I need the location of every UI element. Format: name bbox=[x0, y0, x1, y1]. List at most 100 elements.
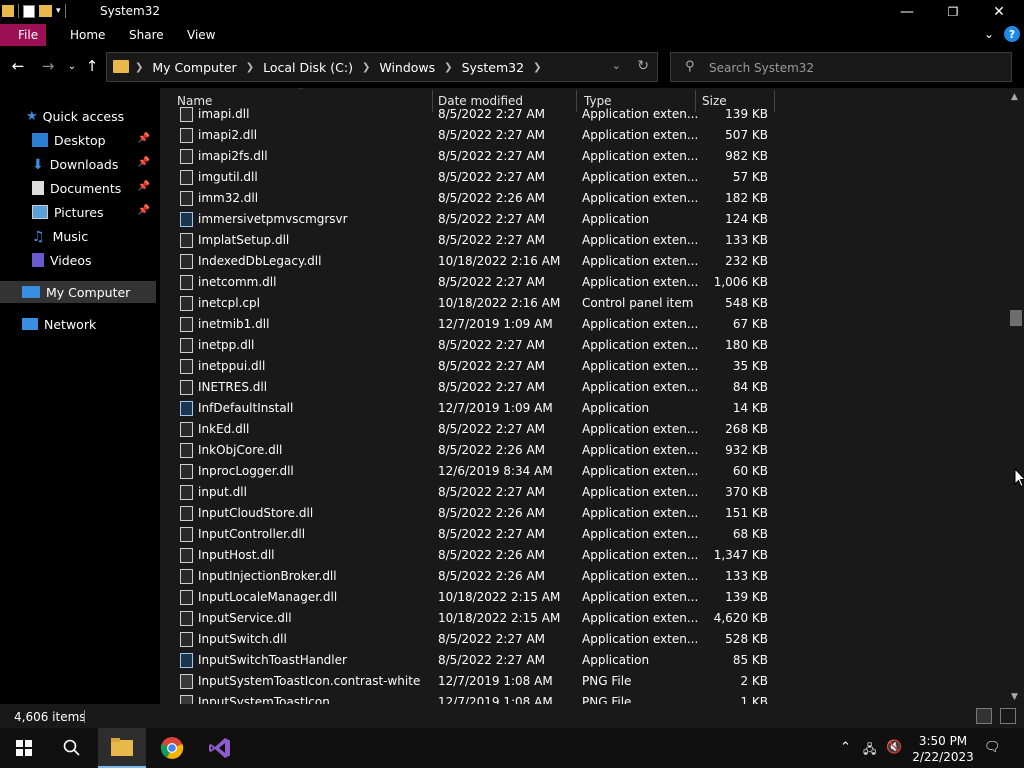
file-size: 67 KB bbox=[732, 317, 768, 331]
restore-icon: ❐ bbox=[947, 5, 959, 19]
table-row[interactable]: imapi2fs.dll 8/5/2022 2:27 AM Application … bbox=[160, 146, 780, 167]
tab-file[interactable]: File bbox=[0, 24, 46, 46]
table-row[interactable]: imapi.dll 8/5/2022 2:27 AM Application ext… bbox=[160, 104, 780, 125]
sidebar-item-my-computer[interactable]: My Computer bbox=[0, 281, 156, 303]
table-row[interactable]: InputInjectionBroker.dll 8/5/2022 2:26 AM… bbox=[160, 566, 780, 587]
table-row[interactable]: imapi2.dll 8/5/2022 2:27 AM Application ex… bbox=[160, 125, 780, 146]
up-button[interactable]: ↑ bbox=[82, 56, 102, 76]
table-row[interactable]: InputController.dll 8/5/2022 2:27 AM Appli… bbox=[160, 524, 780, 545]
table-row[interactable]: InputSwitch.dll 8/5/2022 2:27 AM Applicati… bbox=[160, 629, 780, 650]
table-row[interactable]: imm32.dll 8/5/2022 2:26 AM Application ext… bbox=[160, 188, 780, 209]
table-row[interactable]: immersivetpmvscmgrsvr 8/5/2022 2:27 AM App… bbox=[160, 209, 780, 230]
breadcrumb-local-disk[interactable]: Local Disk (C:) bbox=[263, 60, 353, 75]
table-row[interactable]: InputSystemToastIcon 12/7/2019 1:08 AM PNG… bbox=[160, 692, 780, 704]
chrome-icon bbox=[160, 737, 184, 759]
pin-icon[interactable]: 📌 bbox=[138, 205, 150, 216]
sidebar-item-pictures[interactable]: Pictures 📌 bbox=[0, 201, 156, 223]
table-row[interactable]: InputCloudStore.dll 8/5/2022 2:26 AM Appli… bbox=[160, 503, 780, 524]
chevron-right-icon[interactable]: ❯ bbox=[444, 62, 452, 73]
taskbar-chrome[interactable] bbox=[148, 728, 196, 768]
file-date-modified: 8/5/2022 2:27 AM bbox=[438, 653, 546, 667]
properties-icon[interactable] bbox=[23, 4, 35, 18]
table-row[interactable]: InputSwitchToastHandler 8/5/2022 2:27 AM A… bbox=[160, 650, 780, 671]
table-row[interactable]: inetmib1.dll 12/7/2019 1:09 AM Application… bbox=[160, 314, 780, 335]
network-tray-icon[interactable]: 🖧 bbox=[863, 740, 876, 761]
taskbar-visual-studio[interactable] bbox=[196, 728, 244, 768]
customize-toolbar-chevron-icon[interactable]: ▾ bbox=[56, 6, 61, 16]
start-button[interactable] bbox=[0, 728, 48, 768]
scroll-down-icon[interactable]: ▼ bbox=[1011, 692, 1018, 702]
scroll-up-icon[interactable]: ▲ bbox=[1011, 92, 1018, 102]
sidebar-item-network[interactable]: Network bbox=[0, 313, 156, 335]
pin-icon[interactable]: 📌 bbox=[138, 157, 150, 168]
pin-icon[interactable]: 📌 bbox=[138, 133, 150, 144]
sidebar-item-videos[interactable]: Videos bbox=[0, 249, 156, 271]
search-input[interactable] bbox=[709, 59, 999, 77]
large-icons-view-button[interactable] bbox=[1000, 708, 1016, 724]
chevron-right-icon[interactable]: ❯ bbox=[362, 62, 370, 73]
table-row[interactable]: inetcomm.dll 8/5/2022 2:27 AM Application … bbox=[160, 272, 780, 293]
sidebar-item-quick-access[interactable]: ★ Quick access bbox=[0, 105, 156, 127]
back-button[interactable]: ← bbox=[8, 56, 28, 76]
recent-locations-button[interactable]: ⌄ bbox=[62, 56, 82, 76]
quick-access-toolbar: ▾ bbox=[2, 4, 66, 18]
tab-view[interactable]: View bbox=[187, 28, 215, 42]
table-row[interactable]: InputService.dll 10/18/2022 2:15 AM Applic… bbox=[160, 608, 780, 629]
sidebar-item-desktop[interactable]: Desktop 📌 bbox=[0, 129, 156, 151]
dll-file-icon bbox=[180, 359, 193, 374]
table-row[interactable]: InfDefaultInstall 12/7/2019 1:09 AM Applic… bbox=[160, 398, 780, 419]
file-name: InputInjectionBroker.dll bbox=[198, 569, 337, 583]
breadcrumb-system32[interactable]: System32 bbox=[462, 60, 525, 75]
tab-share[interactable]: Share bbox=[129, 28, 164, 42]
table-row[interactable]: InputLocaleManager.dll 10/18/2022 2:15 AM… bbox=[160, 587, 780, 608]
file-size: 60 KB bbox=[732, 464, 768, 478]
scrollbar-thumb[interactable] bbox=[1010, 310, 1022, 326]
file-type: Application exten... bbox=[582, 548, 699, 562]
address-bar[interactable]: ❯ My Computer ❯ Local Disk (C:) ❯ Window… bbox=[106, 52, 658, 82]
volume-muted-icon[interactable]: 🔇 bbox=[886, 740, 902, 755]
breadcrumb-windows[interactable]: Windows bbox=[379, 60, 435, 75]
table-row[interactable]: InkObjCore.dll 8/5/2022 2:26 AM Applicatio… bbox=[160, 440, 780, 461]
table-row[interactable]: ImplatSetup.dll 8/5/2022 2:27 AM Applicati… bbox=[160, 230, 780, 251]
table-row[interactable]: InputHost.dll 8/5/2022 2:26 AM Application… bbox=[160, 545, 780, 566]
chevron-right-icon[interactable]: ❯ bbox=[246, 62, 254, 73]
pin-icon[interactable]: 📌 bbox=[138, 181, 150, 192]
file-name: InputLocaleManager.dll bbox=[198, 590, 338, 604]
table-row[interactable]: InkEd.dll 8/5/2022 2:27 AM Application ext… bbox=[160, 419, 780, 440]
table-row[interactable]: INETRES.dll 8/5/2022 2:27 AM Application e… bbox=[160, 377, 780, 398]
search-box[interactable]: ⚲ bbox=[670, 52, 1012, 82]
help-icon[interactable]: ? bbox=[1004, 26, 1020, 42]
tab-home[interactable]: Home bbox=[70, 28, 105, 42]
chevron-right-icon[interactable]: ❯ bbox=[533, 62, 541, 73]
breadcrumb-my-computer[interactable]: My Computer bbox=[152, 60, 236, 75]
table-row[interactable]: InprocLogger.dll 12/6/2019 8:34 AM Applica… bbox=[160, 461, 780, 482]
table-row[interactable]: imgutil.dll 8/5/2022 2:27 AM Application e… bbox=[160, 167, 780, 188]
address-dropdown-icon[interactable]: ⌄ bbox=[612, 59, 621, 72]
maximize-button[interactable]: ❐ bbox=[930, 0, 976, 24]
notifications-icon[interactable]: 🗨 bbox=[984, 740, 1001, 755]
table-row[interactable]: input.dll 8/5/2022 2:27 AM Application ext… bbox=[160, 482, 780, 503]
minimize-button[interactable]: — bbox=[884, 0, 930, 24]
forward-button[interactable]: → bbox=[38, 56, 58, 76]
show-hidden-icons-chevron-icon[interactable]: ⌃ bbox=[840, 740, 851, 755]
table-row[interactable]: inetpp.dll 8/5/2022 2:27 AM Application ex… bbox=[160, 335, 780, 356]
sidebar-item-documents[interactable]: Documents 📌 bbox=[0, 177, 156, 199]
details-view-button[interactable] bbox=[976, 708, 992, 724]
close-button[interactable]: ✕ bbox=[976, 0, 1022, 24]
file-size: 133 KB bbox=[725, 233, 768, 247]
table-row[interactable]: InputSystemToastIcon.contrast-white 12/7/… bbox=[160, 671, 780, 692]
file-type: Application exten... bbox=[582, 317, 699, 331]
refresh-icon[interactable]: ↻ bbox=[637, 58, 649, 74]
table-row[interactable]: IndexedDbLegacy.dll 10/18/2022 2:16 AM App… bbox=[160, 251, 780, 272]
search-button[interactable] bbox=[48, 728, 96, 768]
sidebar-item-label: Network bbox=[44, 316, 97, 332]
taskbar-file-explorer[interactable] bbox=[98, 728, 146, 768]
clock[interactable]: 3:50 PM 2/22/2023 bbox=[912, 733, 974, 765]
new-folder-icon[interactable] bbox=[39, 5, 52, 17]
table-row[interactable]: inetcpl.cpl 10/18/2022 2:16 AM Control pan… bbox=[160, 293, 780, 314]
sidebar-item-downloads[interactable]: ⬇ Downloads 📌 bbox=[0, 153, 156, 175]
expand-ribbon-chevron-icon[interactable]: ⌄ bbox=[984, 27, 994, 41]
table-row[interactable]: inetppui.dll 8/5/2022 2:27 AM Application … bbox=[160, 356, 780, 377]
vertical-scrollbar[interactable]: ▲ ▼ bbox=[1008, 88, 1024, 704]
sidebar-item-music[interactable]: ♫ Music bbox=[0, 225, 156, 247]
